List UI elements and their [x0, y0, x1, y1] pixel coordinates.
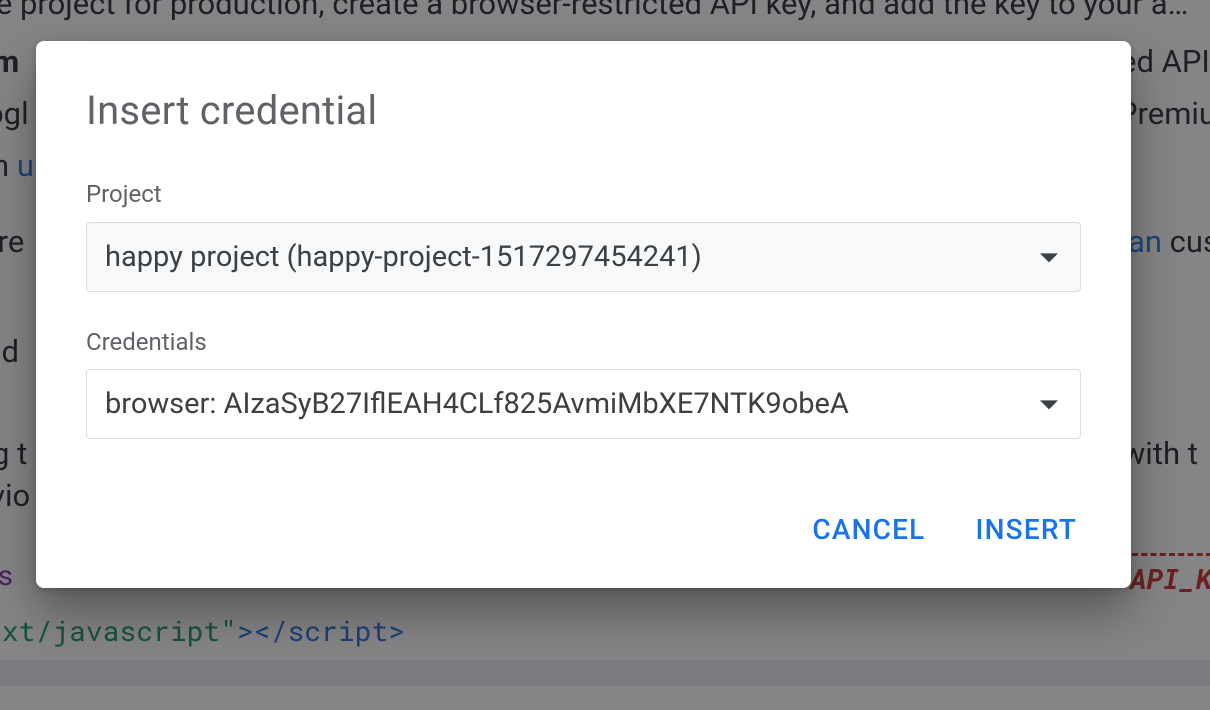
caret-down-icon — [1040, 253, 1058, 262]
dialog-actions: CANCEL INSERT — [36, 481, 1131, 588]
credentials-field-group: Credentials browser: AIzaSyB27IflEAH4CLf… — [86, 326, 1081, 440]
project-label: Project — [86, 178, 1081, 212]
credentials-select[interactable]: browser: AIzaSyB27IflEAH4CLf825AvmiMbXE7… — [86, 369, 1081, 439]
credentials-select-value: browser: AIzaSyB27IflEAH4CLf825AvmiMbXE7… — [105, 387, 849, 421]
insert-button[interactable]: INSERT — [957, 505, 1095, 554]
dialog-title: Insert credential — [86, 87, 1081, 134]
insert-credential-dialog: Insert credential Project happy project … — [36, 41, 1131, 588]
project-field-group: Project happy project (happy-project-151… — [86, 178, 1081, 292]
project-select[interactable]: happy project (happy-project-15172974542… — [86, 222, 1081, 292]
project-select-value: happy project (happy-project-15172974542… — [105, 240, 702, 274]
caret-down-icon — [1040, 401, 1058, 410]
credentials-label: Credentials — [86, 326, 1081, 360]
cancel-button[interactable]: CANCEL — [794, 505, 943, 554]
